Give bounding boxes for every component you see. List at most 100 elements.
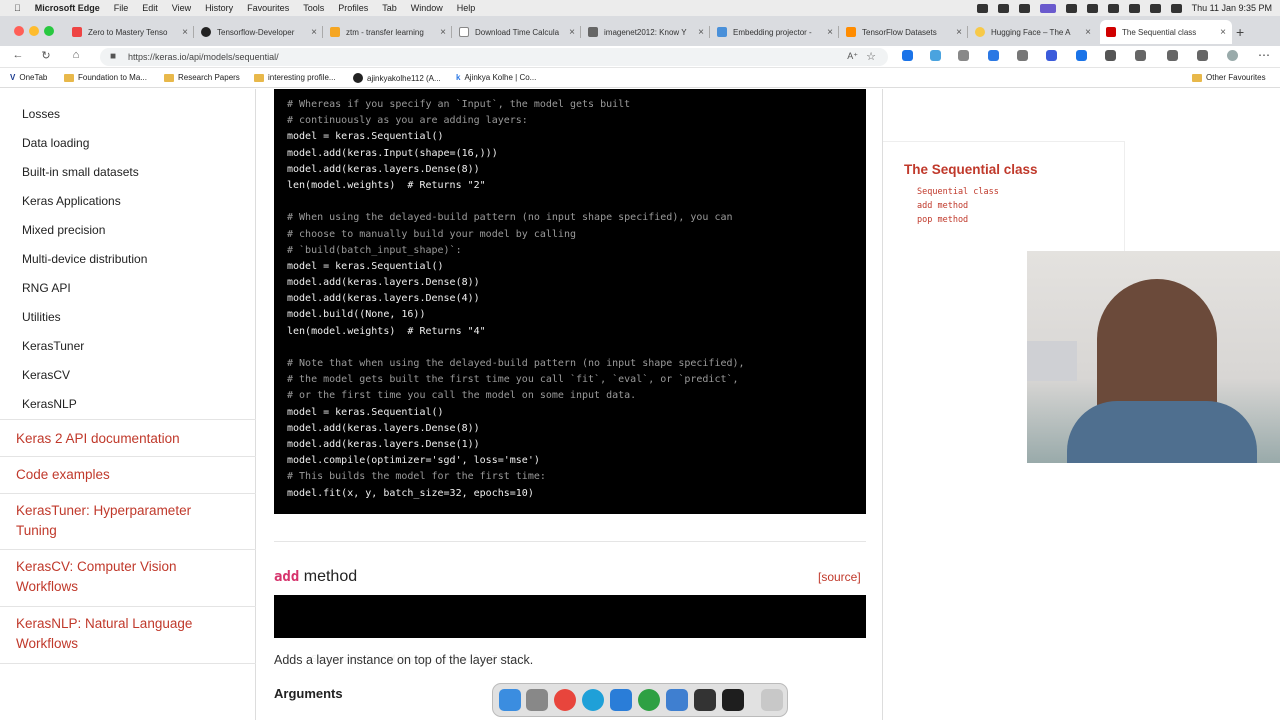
status-icon[interactable] xyxy=(1065,3,1077,13)
close-tab-icon[interactable]: × xyxy=(1085,27,1091,38)
back-arrow-icon[interactable]: ← xyxy=(10,49,26,61)
extension-icon[interactable] xyxy=(930,50,941,61)
volume-icon[interactable] xyxy=(1086,3,1098,13)
terminal-icon[interactable] xyxy=(722,689,744,711)
status-icon[interactable] xyxy=(1018,3,1030,13)
menu-clock[interactable]: Thu 11 Jan 9:35 PM xyxy=(1192,3,1272,13)
chrome-icon[interactable] xyxy=(554,689,576,711)
tab-tensorflow-datasets[interactable]: TensorFlow Datasets × xyxy=(840,20,968,44)
sidebar-item-losses[interactable]: Losses xyxy=(22,107,60,121)
sidebar-section-kerastuner[interactable]: KerasTuner: Hyperparameter Tuning xyxy=(0,494,256,550)
menu-app-name[interactable]: Microsoft Edge xyxy=(35,3,100,13)
extension-icon[interactable] xyxy=(1046,50,1057,61)
code-example-block[interactable]: # Whereas if you specify an `Input`, the… xyxy=(274,89,866,514)
add-signature-block[interactable]: Sequential.add(layer, rebuild=True) xyxy=(274,595,866,665)
bookmark-folder-research-papers[interactable]: Research Papers xyxy=(164,73,240,82)
screen-recorder-icon[interactable] xyxy=(694,689,716,711)
trash-icon[interactable] xyxy=(761,689,783,711)
menu-help[interactable]: Help xyxy=(457,3,476,13)
toc-item-sequential-class[interactable]: Sequential class xyxy=(917,187,999,197)
read-aloud-icon[interactable]: A⁺ xyxy=(847,51,858,62)
control-center-icon[interactable] xyxy=(1170,3,1182,13)
source-link[interactable]: [source] xyxy=(818,570,861,584)
bookmark-onetab[interactable]: V OneTab xyxy=(10,73,47,82)
sidebar-section-code-examples[interactable]: Code examples xyxy=(0,457,256,494)
close-tab-icon[interactable]: × xyxy=(182,27,188,38)
bookmark-folder-interesting-profiles[interactable]: interesting profile... xyxy=(254,73,336,82)
wifi-icon[interactable] xyxy=(1128,3,1140,13)
sidebar-section-kerascv[interactable]: KerasCV: Computer Vision Workflows xyxy=(0,550,256,607)
status-icon[interactable] xyxy=(976,3,988,13)
status-icon[interactable] xyxy=(1039,3,1056,13)
sidebar-item-kerascv[interactable]: KerasCV xyxy=(22,368,70,382)
tab-sequential-class[interactable]: The Sequential class × xyxy=(1100,20,1232,44)
maximize-window-button[interactable] xyxy=(44,26,54,36)
close-tab-icon[interactable]: × xyxy=(569,27,575,38)
sidebar-item-utilities[interactable]: Utilities xyxy=(22,310,61,324)
close-tab-icon[interactable]: × xyxy=(956,27,962,38)
tab-ztm-transfer-learning[interactable]: ztm - transfer learning × xyxy=(324,20,452,44)
menu-tools[interactable]: Tools xyxy=(303,3,324,13)
home-icon[interactable]: ⌂ xyxy=(68,49,84,61)
menu-edit[interactable]: Edit xyxy=(142,3,158,13)
refresh-icon[interactable]: ↻ xyxy=(38,49,54,62)
close-tab-icon[interactable]: × xyxy=(698,27,704,38)
extension-icon[interactable] xyxy=(1076,50,1087,61)
finder-icon[interactable] xyxy=(499,689,521,711)
bluetooth-icon[interactable] xyxy=(1107,3,1119,13)
sidebar-item-kerastuner[interactable]: KerasTuner xyxy=(22,339,84,353)
toc-item-pop-method[interactable]: pop method xyxy=(917,215,968,225)
launchpad-icon[interactable] xyxy=(526,689,548,711)
menu-profiles[interactable]: Profiles xyxy=(338,3,368,13)
extensions-puzzle-icon[interactable] xyxy=(1135,50,1146,61)
extension-icon[interactable] xyxy=(902,50,913,61)
extension-icon[interactable] xyxy=(958,50,969,61)
tab-zero-to-mastery[interactable]: Zero to Mastery Tenso × xyxy=(66,20,194,44)
sidebar-item-multi-device[interactable]: Multi-device distribution xyxy=(22,252,147,266)
close-window-button[interactable] xyxy=(14,26,24,36)
vscode-icon[interactable] xyxy=(610,689,632,711)
close-tab-icon[interactable]: × xyxy=(440,27,446,38)
bookmark-github-ajinkya[interactable]: ajinkyakolhe112 (A... xyxy=(353,73,441,83)
menu-history[interactable]: History xyxy=(205,3,233,13)
profile-avatar[interactable] xyxy=(1227,50,1238,61)
close-tab-icon[interactable]: × xyxy=(827,27,833,38)
menu-tab[interactable]: Tab xyxy=(382,3,397,13)
bookmark-other-favourites[interactable]: Other Favourites xyxy=(1192,73,1266,82)
status-icon[interactable] xyxy=(997,3,1009,13)
menu-file[interactable]: File xyxy=(114,3,129,13)
tab-download-time[interactable]: Download Time Calcula × xyxy=(453,20,581,44)
tab-tensorflow-developer[interactable]: Tensorflow-Developer × xyxy=(195,20,323,44)
tab-imagenet2012[interactable]: imagenet2012: Know Y × xyxy=(582,20,710,44)
sidebar-item-mixed-precision[interactable]: Mixed precision xyxy=(22,223,105,237)
sidebar-section-kerasnlp[interactable]: KerasNLP: Natural Language Workflows xyxy=(0,607,256,664)
qbittorrent-icon[interactable] xyxy=(666,689,688,711)
search-icon[interactable] xyxy=(1149,3,1161,13)
toc-item-add-method[interactable]: add method xyxy=(917,201,968,211)
split-screen-icon[interactable] xyxy=(1167,50,1178,61)
sidebar-item-rng-api[interactable]: RNG API xyxy=(22,281,71,295)
evernote-icon[interactable] xyxy=(638,689,660,711)
sidebar-item-data-loading[interactable]: Data loading xyxy=(22,136,89,150)
minimize-window-button[interactable] xyxy=(29,26,39,36)
extension-icon[interactable] xyxy=(1017,50,1028,61)
bookmark-ajinkya-kolhe[interactable]: k Ajinkya Kolhe | Co... xyxy=(456,73,536,82)
sidebar-section-keras2-docs[interactable]: Keras 2 API documentation xyxy=(0,419,256,457)
menu-favourites[interactable]: Favourites xyxy=(247,3,289,13)
apple-icon[interactable]:  xyxy=(14,3,21,13)
favourite-star-icon[interactable]: ☆ xyxy=(866,50,876,63)
sidebar-item-built-in-datasets[interactable]: Built-in small datasets xyxy=(22,165,139,179)
sidebar-item-keras-applications[interactable]: Keras Applications xyxy=(22,194,121,208)
tab-hugging-face[interactable]: Hugging Face – The A × xyxy=(969,20,1097,44)
address-bar[interactable]: ■ https://keras.io/api/models/sequential… xyxy=(100,48,888,66)
new-tab-button[interactable]: + xyxy=(1236,24,1244,40)
close-tab-icon[interactable]: × xyxy=(1220,27,1226,38)
tabs-icon[interactable] xyxy=(1105,50,1116,61)
toc-title[interactable]: The Sequential class xyxy=(904,162,1038,177)
menu-view[interactable]: View xyxy=(172,3,191,13)
more-options-icon[interactable]: ⋯ xyxy=(1258,48,1270,62)
close-tab-icon[interactable]: × xyxy=(311,27,317,38)
collections-icon[interactable] xyxy=(1197,50,1208,61)
sidebar-item-kerasnlp[interactable]: KerasNLP xyxy=(22,397,77,411)
menu-window[interactable]: Window xyxy=(411,3,443,13)
